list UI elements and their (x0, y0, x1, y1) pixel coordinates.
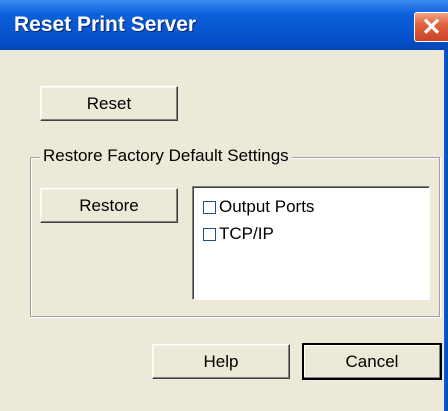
help-button[interactable]: Help (152, 344, 290, 379)
window-title: Reset Print Server (14, 13, 197, 36)
output-ports-label: Output Ports (219, 197, 315, 216)
option-tcp-ip[interactable]: TCP/IP (203, 224, 274, 244)
restore-factory-group-label: Restore Factory Default Settings (40, 146, 292, 166)
restore-options-list[interactable]: Output Ports TCP/IP (192, 186, 430, 300)
close-icon: ✕ (421, 13, 442, 41)
output-ports-checkbox[interactable] (203, 200, 216, 214)
title-bar[interactable]: Reset Print Server ✕ (0, 0, 448, 50)
restore-button[interactable]: Restore (40, 188, 178, 223)
cancel-button[interactable]: Cancel (302, 343, 442, 380)
close-button[interactable]: ✕ (414, 12, 448, 42)
tcp-ip-label: TCP/IP (219, 224, 274, 243)
tcp-ip-checkbox[interactable] (203, 227, 216, 241)
window-frame-edge (444, 50, 448, 411)
reset-button[interactable]: Reset (40, 86, 178, 121)
option-output-ports[interactable]: Output Ports (203, 197, 314, 217)
